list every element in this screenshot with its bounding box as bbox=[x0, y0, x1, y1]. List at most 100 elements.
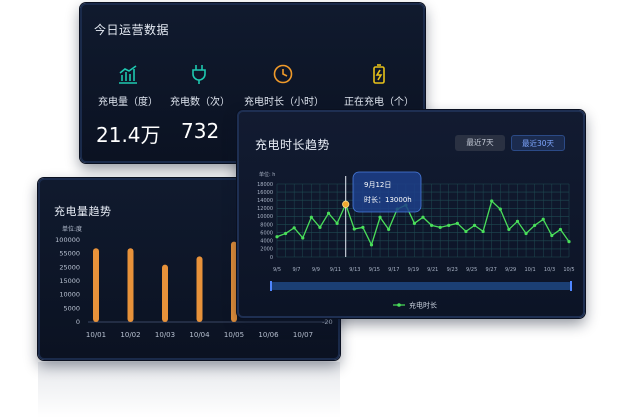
x-tick-label: 9/29 bbox=[505, 267, 516, 273]
stats-title: 今日运营数据 bbox=[94, 23, 170, 37]
y-tick-label: 12000 bbox=[257, 206, 273, 212]
x-tick-label: 10/01 bbox=[86, 331, 106, 339]
data-point bbox=[318, 225, 322, 229]
x-tick-label: 9/27 bbox=[486, 267, 497, 273]
data-point bbox=[515, 219, 520, 223]
data-point bbox=[490, 199, 494, 203]
charge-count-label: 充电数（次） bbox=[170, 97, 230, 108]
x-tick-label: 10/07 bbox=[293, 331, 313, 339]
x-tick-label: 10/02 bbox=[120, 331, 140, 339]
x-tick-label: 9/7 bbox=[292, 267, 300, 273]
data-point bbox=[455, 221, 459, 225]
x-tick-label: 9/9 bbox=[312, 267, 320, 273]
x-tick-label: 10/1 bbox=[524, 267, 535, 273]
y-tick-label: 15000 bbox=[59, 277, 80, 285]
y-tick-label: 16000 bbox=[257, 190, 273, 196]
data-point bbox=[361, 225, 365, 229]
data-point bbox=[387, 227, 391, 232]
tooltip-box bbox=[352, 171, 422, 213]
tooltip-value: 时长：13000h bbox=[364, 195, 412, 204]
y-tick-label: 18000 bbox=[257, 182, 273, 188]
y-tick-label: 14000 bbox=[257, 198, 273, 204]
x-tick-label: 9/13 bbox=[349, 267, 360, 273]
data-point bbox=[309, 215, 313, 219]
bar bbox=[93, 248, 99, 322]
y-tick-label: 100000 bbox=[55, 236, 80, 244]
y-tick-label: 2000 bbox=[260, 247, 273, 253]
data-point bbox=[326, 211, 331, 215]
data-point bbox=[352, 227, 356, 231]
plug-icon bbox=[192, 65, 206, 84]
data-point bbox=[472, 223, 477, 227]
panel-reflection bbox=[38, 362, 340, 418]
charge-volume-label: 充电量（度） bbox=[98, 97, 158, 108]
y-axis-unit-label: 单位: h bbox=[259, 171, 275, 178]
legend-marker bbox=[397, 303, 401, 307]
data-point bbox=[378, 215, 382, 219]
battery-icon bbox=[373, 64, 385, 84]
zoom-slider-range bbox=[271, 282, 571, 290]
x-tick-label: 9/25 bbox=[466, 267, 477, 273]
data-point bbox=[524, 231, 528, 236]
x-tick-label: 10/06 bbox=[258, 331, 279, 339]
data-point bbox=[550, 233, 554, 238]
y-tick-label: 6000 bbox=[260, 230, 273, 236]
bar-chart-icon bbox=[119, 65, 137, 84]
x-tick-label: 10/04 bbox=[189, 331, 210, 339]
y-tick-label: 0 bbox=[270, 255, 273, 261]
y-tick-label: 8000 bbox=[260, 222, 273, 228]
data-point bbox=[447, 223, 451, 227]
x-tick-label: 9/15 bbox=[369, 267, 380, 273]
x-tick-label: 9/5 bbox=[273, 267, 281, 273]
y-tick-label: 5000 bbox=[63, 304, 80, 312]
data-point bbox=[421, 215, 425, 219]
x-tick-label: 10/3 bbox=[544, 267, 555, 273]
y-tick-label: 10000 bbox=[59, 291, 80, 299]
data-point bbox=[567, 239, 571, 244]
x-tick-label: 9/23 bbox=[447, 267, 458, 273]
x-tick-label: 9/17 bbox=[388, 267, 399, 273]
data-point bbox=[369, 243, 374, 247]
clock-icon bbox=[273, 64, 293, 84]
x-tick-label: 10/03 bbox=[155, 331, 175, 339]
y-tick-label: 10000 bbox=[257, 214, 273, 220]
data-point bbox=[541, 217, 545, 221]
data-point bbox=[335, 221, 339, 225]
data-point bbox=[481, 229, 485, 234]
legend-label: 充电时长 bbox=[409, 301, 437, 310]
data-point bbox=[292, 226, 296, 230]
data-point bbox=[412, 221, 417, 225]
zoom-slider-handle-left bbox=[270, 281, 272, 291]
highlighted-data-point bbox=[342, 200, 350, 208]
charging-now-label: 正在充电（个） bbox=[344, 97, 414, 108]
x-tick-label: 9/19 bbox=[408, 267, 419, 273]
bar bbox=[162, 264, 168, 322]
data-point bbox=[507, 227, 511, 232]
charge-duration-line-chart: 单位: h 0 2000 4000 6000 8000 10000 12000 14000 160… bbox=[257, 171, 575, 310]
y-axis-unit-label: 单位:度 bbox=[62, 225, 82, 233]
extra-tick-label: -20 bbox=[322, 318, 333, 326]
tooltip-date: 9月12日 bbox=[364, 181, 391, 189]
bar bbox=[196, 256, 203, 322]
data-point bbox=[438, 225, 442, 229]
charge-count-value: 732 bbox=[181, 119, 220, 143]
y-tick-label: 0 bbox=[76, 318, 80, 326]
data-point bbox=[275, 235, 279, 239]
data-point bbox=[301, 236, 305, 240]
data-point bbox=[498, 207, 502, 211]
data-point bbox=[558, 227, 563, 232]
x-tick-label: 10/5 bbox=[563, 267, 574, 273]
x-tick-label: 9/21 bbox=[427, 267, 438, 273]
y-tick-label: 25000 bbox=[59, 263, 80, 271]
zoom-slider-handle-right bbox=[570, 281, 572, 291]
data-point bbox=[283, 231, 288, 236]
y-tick-label: 55000 bbox=[59, 250, 80, 258]
data-point bbox=[429, 223, 434, 227]
charge-duration-trend-panel: 充电时长趋势 最近7天 最近30天 单位: h 0 2000 4000 6000 8000… bbox=[237, 110, 585, 318]
data-point bbox=[533, 223, 537, 227]
charge-duration-label: 充电时长（小时） bbox=[244, 97, 324, 108]
x-tick-label: 9/11 bbox=[330, 267, 341, 273]
data-point bbox=[464, 229, 468, 234]
bar bbox=[127, 248, 134, 322]
y-tick-label: 4000 bbox=[260, 239, 273, 245]
